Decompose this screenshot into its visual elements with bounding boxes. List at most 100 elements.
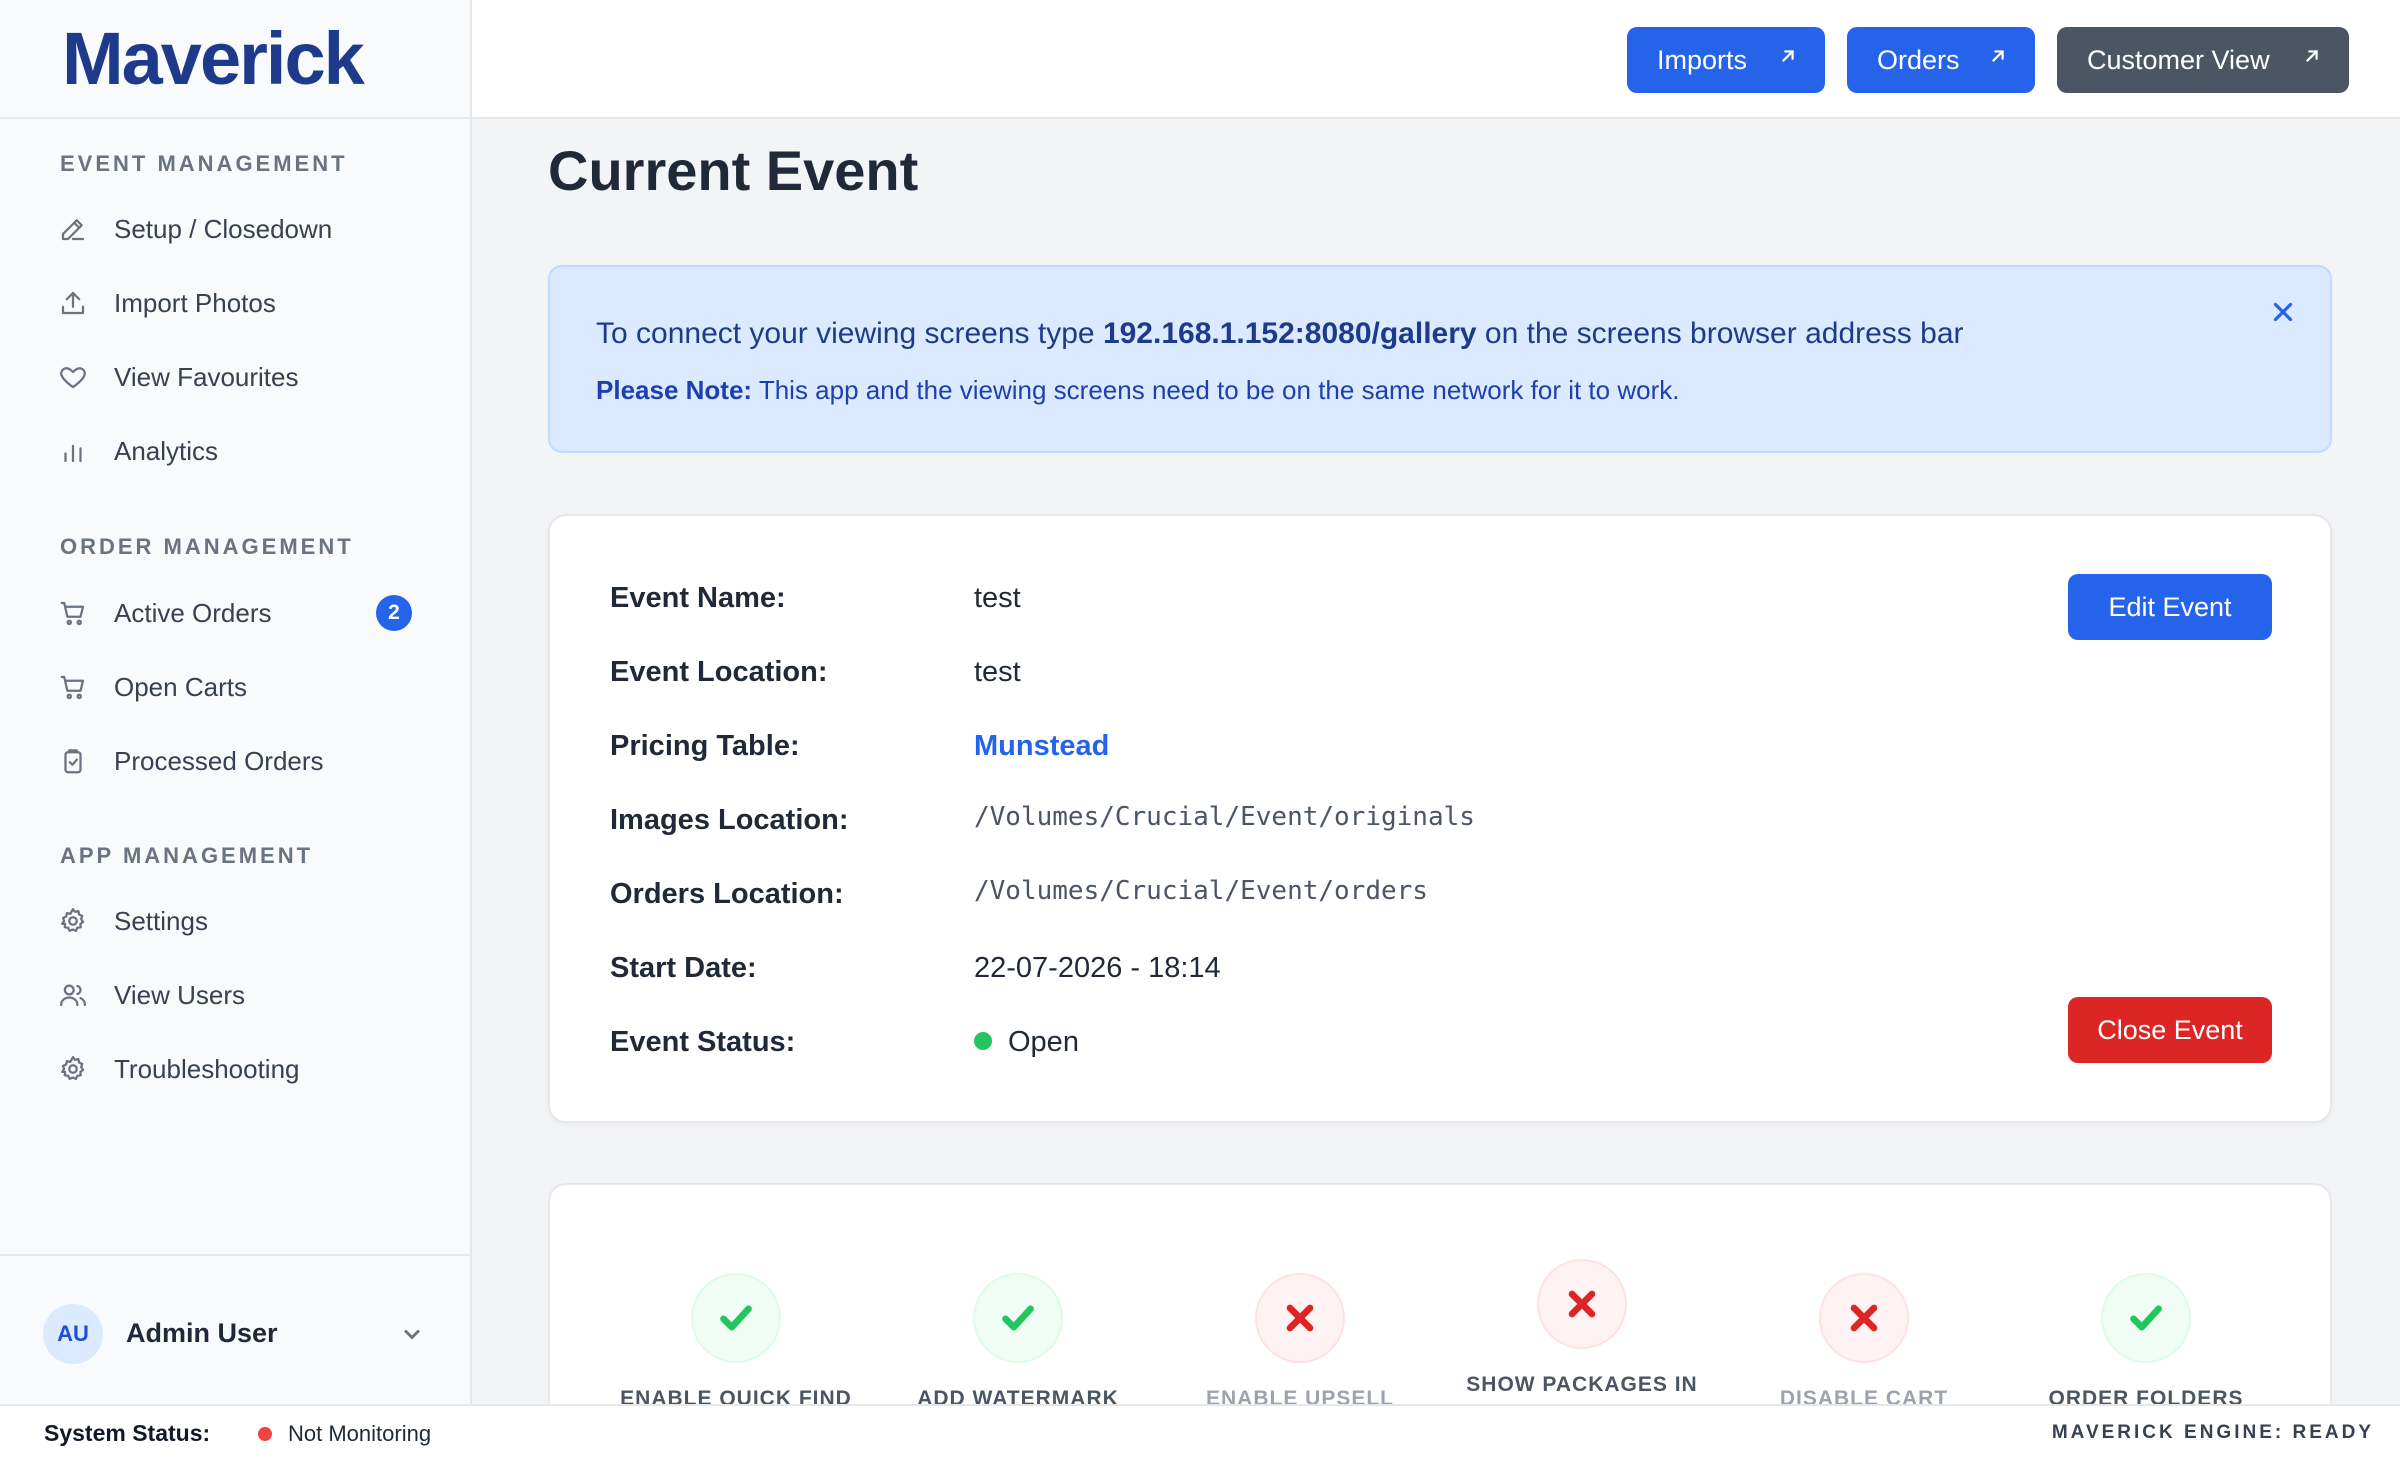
- start-date-label: Start Date:: [610, 952, 757, 984]
- sidebar-item-settings[interactable]: Settings: [56, 893, 416, 949]
- sidebar-item-troubleshooting[interactable]: Troubleshooting: [56, 1041, 416, 1097]
- section-title-event-management: EVENT MANAGEMENT: [60, 151, 348, 176]
- cart-icon: [56, 670, 90, 704]
- customer-view-button[interactable]: Customer View: [2057, 27, 2349, 93]
- engine-status: MAVERICK ENGINE: READY: [2051, 1422, 2374, 1443]
- alert-note-text: Please Note: This app and the viewing sc…: [596, 375, 1679, 406]
- app-window: Maverick EVENT MANAGEMENT Setup / Closed…: [0, 0, 2400, 1458]
- sidebar-item-processed-orders[interactable]: Processed Orders: [56, 733, 416, 789]
- feature-label: ENABLE QUICK FIND: [620, 1387, 852, 1404]
- system-status-value: Not Monitoring: [288, 1421, 432, 1446]
- feature-label: ENABLE UPSELL: [1205, 1387, 1394, 1404]
- event-details-card: Event Name: test Event Location: test Pr…: [548, 514, 2332, 1123]
- user-menu[interactable]: AU Admin User: [0, 1254, 470, 1404]
- alert-note-body: This app and the viewing screens need to…: [752, 375, 1680, 405]
- pricing-table-link[interactable]: Munstead: [974, 730, 1109, 763]
- status-bar: System Status: Not Monitoring MAVERICK E…: [0, 1404, 2400, 1458]
- bar-chart-icon: [56, 434, 90, 468]
- sidebar-item-label: Settings: [114, 905, 208, 936]
- alert-note-label: Please Note:: [596, 375, 753, 405]
- check-icon: [691, 1273, 781, 1363]
- cart-icon: [56, 596, 90, 630]
- edit-event-button[interactable]: Edit Event: [2068, 574, 2272, 640]
- event-name-value: test: [974, 582, 1021, 614]
- feature-label: ADD WATERMARK: [917, 1387, 1119, 1404]
- sidebar-item-setup-closedown[interactable]: Setup / Closedown: [56, 201, 416, 257]
- images-location-label: Images Location:: [610, 804, 849, 836]
- connection-info-alert: To connect your viewing screens type 192…: [548, 265, 2332, 453]
- event-name-label: Event Name:: [610, 582, 786, 614]
- start-date-value: 22-07-2026 - 18:14: [974, 952, 1221, 984]
- sidebar-item-label: Troubleshooting: [114, 1053, 300, 1084]
- section-title-order-management: ORDER MANAGEMENT: [60, 534, 354, 559]
- sidebar-item-open-carts[interactable]: Open Carts: [56, 659, 416, 715]
- clipboard-icon: [56, 744, 90, 778]
- feature-label: SHOW PACKAGES IN: [1466, 1373, 1698, 1396]
- feature-disable-cart[interactable]: DISABLE CART: [1724, 1273, 2004, 1404]
- sidebar-item-view-favourites[interactable]: View Favourites: [56, 349, 416, 405]
- users-icon: [56, 978, 90, 1012]
- orders-button-label: Orders: [1877, 44, 1960, 75]
- event-location-label: Event Location:: [610, 656, 828, 688]
- system-status-label: System Status:: [44, 1420, 211, 1446]
- event-location-value: test: [974, 656, 1021, 688]
- sidebar-item-label: Active Orders: [114, 597, 272, 628]
- close-event-button[interactable]: Close Event: [2068, 997, 2272, 1063]
- sidebar-item-label: View Users: [114, 979, 246, 1010]
- sidebar-item-label: View Favourites: [114, 361, 299, 392]
- external-link-icon: [1777, 43, 1799, 65]
- upload-icon: [56, 286, 90, 320]
- sidebar-item-analytics[interactable]: Analytics: [56, 423, 416, 479]
- cross-icon: [1819, 1273, 1909, 1363]
- feature-enable-upsell[interactable]: ENABLE UPSELL: [1160, 1273, 1440, 1404]
- event-status-value: Open: [974, 1026, 1079, 1059]
- heart-icon: [56, 360, 90, 394]
- orders-location-value: /Volumes/Crucial/Event/orders: [974, 876, 1428, 906]
- app-logo[interactable]: Maverick: [62, 16, 365, 101]
- sidebar-item-label: Processed Orders: [114, 745, 324, 776]
- active-orders-count-badge: 2: [376, 595, 412, 631]
- feature-label: ORDER FOLDERS: [2048, 1387, 2244, 1404]
- check-icon: [2101, 1273, 2191, 1363]
- top-header: Imports Orders Customer View: [472, 0, 2400, 119]
- alert-suffix: on the screens browser address bar: [1476, 317, 1964, 350]
- sidebar-item-view-users[interactable]: View Users: [56, 967, 416, 1023]
- check-icon: [973, 1273, 1063, 1363]
- status-indicator-dot: [974, 1032, 992, 1051]
- imports-button-label: Imports: [1657, 44, 1748, 75]
- logo-area: Maverick: [0, 0, 470, 119]
- sidebar-item-label: Open Carts: [114, 671, 247, 702]
- cross-icon: [1255, 1273, 1345, 1363]
- alert-connection-text: To connect your viewing screens type 192…: [596, 317, 1964, 351]
- feature-label: DISABLE CART: [1779, 1387, 1949, 1404]
- close-icon[interactable]: [2268, 297, 2298, 327]
- cross-icon: [1537, 1259, 1627, 1349]
- imports-button[interactable]: Imports: [1627, 27, 1825, 93]
- event-status-text: Open: [1008, 1026, 1079, 1058]
- feature-add-watermark[interactable]: ADD WATERMARK: [878, 1273, 1158, 1404]
- sidebar: Maverick EVENT MANAGEMENT Setup / Closed…: [0, 0, 472, 1404]
- chevron-down-icon[interactable]: [398, 1320, 426, 1348]
- event-status-label: Event Status:: [610, 1026, 796, 1058]
- feature-enable-quick-find[interactable]: ENABLE QUICK FIND: [596, 1273, 876, 1404]
- user-name: Admin User: [126, 1318, 278, 1348]
- gear-icon: [56, 1052, 90, 1086]
- sidebar-item-import-photos[interactable]: Import Photos: [56, 275, 416, 331]
- sidebar-item-label: Setup / Closedown: [114, 213, 333, 244]
- gear-icon: [56, 904, 90, 938]
- external-link-icon: [1987, 43, 2009, 65]
- feature-order-folders[interactable]: ORDER FOLDERS: [2006, 1273, 2286, 1404]
- sidebar-item-active-orders[interactable]: Active Orders 2: [56, 585, 416, 641]
- sidebar-item-label: Import Photos: [114, 287, 276, 318]
- feature-show-packages-in[interactable]: SHOW PACKAGES IN: [1442, 1259, 1722, 1397]
- pencil-icon: [56, 212, 90, 246]
- sidebar-item-label: Analytics: [114, 435, 219, 466]
- images-location-value: /Volumes/Crucial/Event/originals: [974, 802, 1475, 832]
- pricing-table-label: Pricing Table:: [610, 730, 800, 762]
- gallery-address: 192.168.1.152:8080/gallery: [1102, 317, 1477, 350]
- alert-prefix: To connect your viewing screens type: [596, 317, 1103, 350]
- orders-button[interactable]: Orders: [1847, 27, 2035, 93]
- external-link-icon: [2301, 43, 2323, 65]
- customer-view-button-label: Customer View: [2087, 44, 2270, 75]
- status-indicator-dot: [258, 1427, 272, 1441]
